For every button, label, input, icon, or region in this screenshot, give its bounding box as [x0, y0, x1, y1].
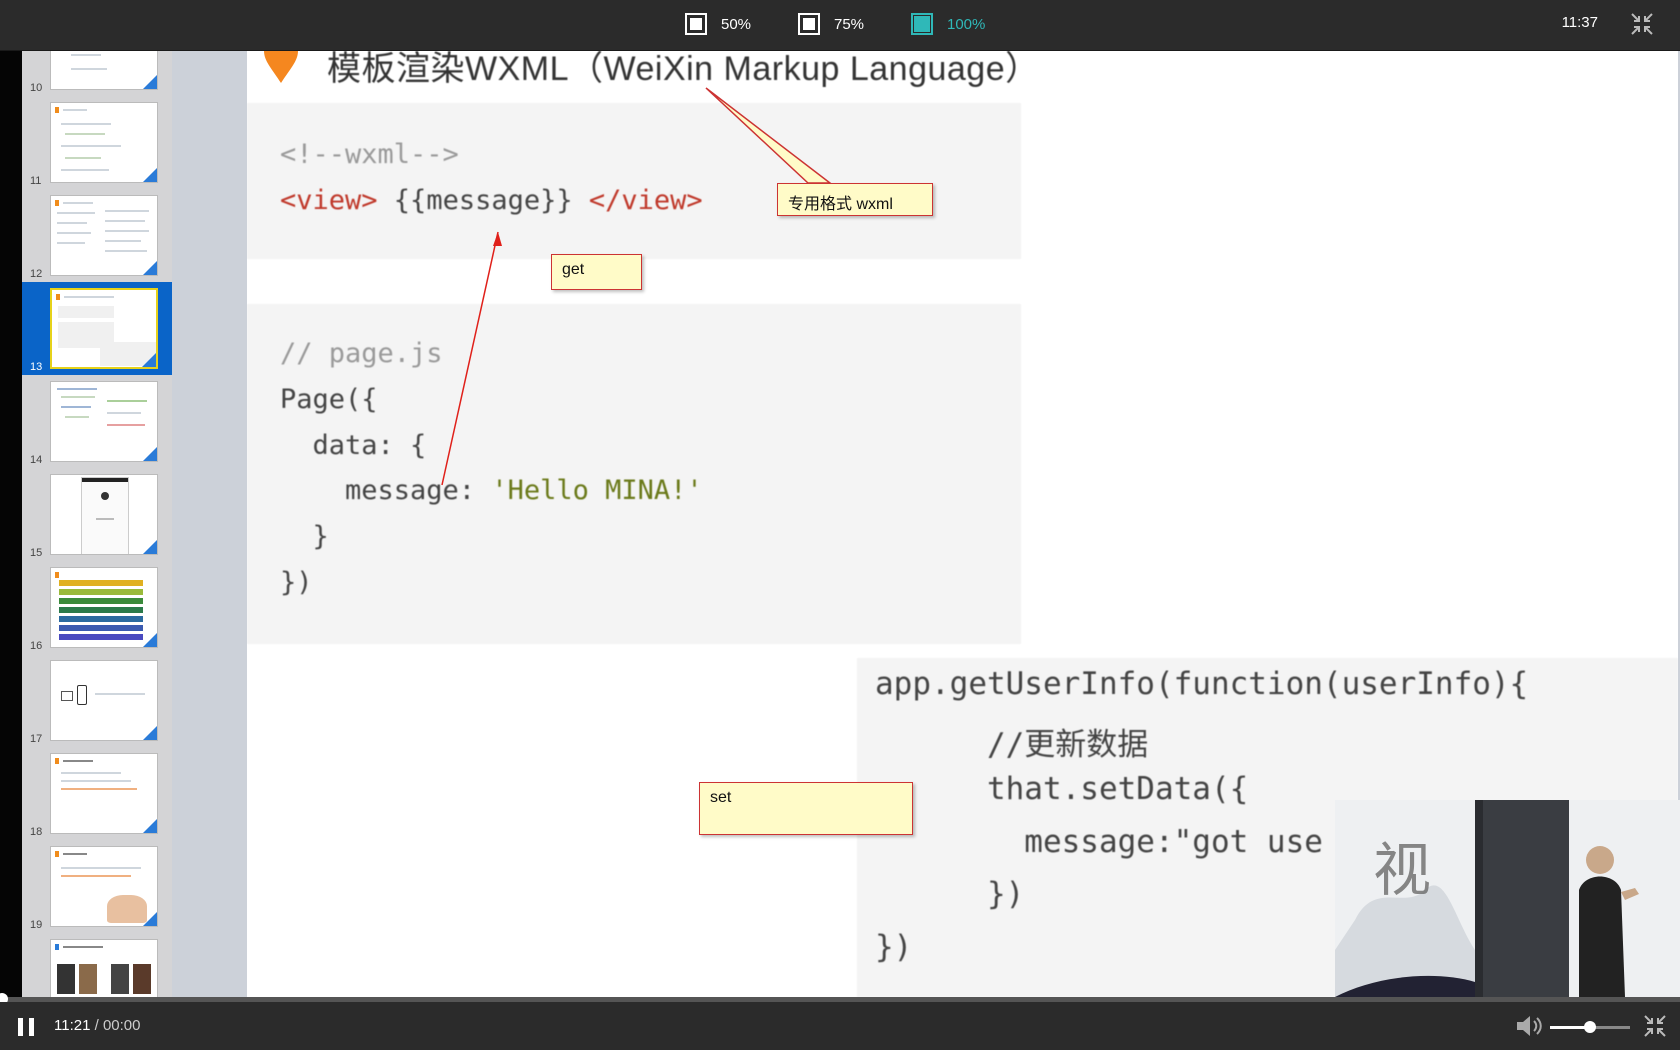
elapsed-time: 11:21 — [54, 1017, 91, 1034]
location-pin-icon — [264, 51, 298, 83]
code-line: that.setData({ — [875, 771, 1249, 807]
time-display: 11:21 / 00:00 — [54, 1017, 141, 1034]
thumbnail-number: 13 — [30, 361, 43, 373]
thumbnail-number: 14 — [30, 454, 43, 466]
set-callout[interactable]: set — [699, 782, 913, 835]
player-control-bar: 11:21 / 00:00 — [0, 1002, 1680, 1050]
thumbnail-number: 16 — [30, 640, 43, 652]
thumbnail-image — [50, 102, 158, 183]
zoom-100-option[interactable]: 100% — [911, 12, 985, 36]
thumbnail-image — [50, 939, 158, 997]
pause-icon[interactable] — [18, 1018, 36, 1036]
thumbnail-slide-16[interactable]: 16 — [22, 561, 172, 654]
left-edge-strip — [0, 51, 22, 997]
speaker-video-frame: 视 — [1335, 800, 1680, 997]
zoom-75-option[interactable]: 75% — [798, 12, 864, 36]
thumbnail-image — [50, 195, 158, 276]
code-key: message: — [280, 475, 492, 506]
code-line: message:"got use — [875, 824, 1323, 860]
thumbnail-slide-10[interactable]: 10 — [22, 51, 172, 96]
code-tag: </view> — [588, 185, 703, 216]
thumbnail-image — [50, 288, 158, 369]
code-line: message: 'Hello MINA!' — [280, 475, 703, 506]
thumbnail-image — [50, 51, 158, 90]
top-toolbar: 50% 75% 100% 11:37 — [0, 0, 1680, 51]
thumbnail-number: 11 — [30, 175, 42, 187]
thumbnail-image — [50, 846, 158, 927]
thumbnail-slide-11[interactable]: 11 — [22, 96, 172, 189]
time-separator: / — [90, 1017, 103, 1034]
code-line: <!--wxml--> — [280, 139, 459, 170]
thumbnail-number: 15 — [30, 547, 43, 559]
volume-icon[interactable] — [1515, 1014, 1543, 1038]
code-expression: {{message}} — [377, 185, 589, 216]
thumbnail-slide-12[interactable]: 12 — [22, 189, 172, 282]
thumbnail-slide-15[interactable]: 15 — [22, 468, 172, 561]
speaker-video-overlay[interactable]: 视 — [1335, 800, 1680, 997]
thumbnail-number: 10 — [30, 82, 43, 94]
zoom-50-label: 50% — [721, 15, 752, 33]
thumbnail-number: 18 — [30, 826, 43, 838]
code-line: // page.js — [280, 338, 443, 369]
zoom-75-label: 75% — [834, 15, 865, 33]
wxml-callout[interactable]: 专用格式 wxml — [777, 183, 933, 216]
zoom-50-icon — [685, 13, 707, 35]
exit-fullscreen-icon[interactable] — [1630, 12, 1654, 36]
code-string: 'Hello MINA!' — [491, 475, 703, 506]
zoom-75-icon — [798, 13, 820, 35]
thumbnail-number: 19 — [30, 919, 43, 931]
volume-slider-handle[interactable] — [1584, 1021, 1596, 1033]
thumbnail-slide-19[interactable]: 19 — [22, 840, 172, 933]
thumbnail-image — [50, 381, 158, 462]
code-line: app.getUserInfo(function(userInfo){ — [875, 666, 1529, 702]
zoom-100-icon — [911, 13, 933, 35]
thumbnail-slide-17[interactable]: 17 — [22, 654, 172, 747]
thumbnail-image — [50, 567, 158, 648]
thumbnail-image — [50, 753, 158, 834]
get-callout[interactable]: get — [551, 254, 642, 290]
svg-text:视: 视 — [1373, 836, 1431, 904]
thumbnail-slide-18[interactable]: 18 — [22, 747, 172, 840]
clock: 11:37 — [1561, 14, 1598, 31]
total-time: 00:00 — [102, 1017, 141, 1034]
thumbnail-image — [50, 660, 158, 741]
thumbnail-slide-20[interactable] — [22, 933, 172, 997]
code-line: } — [280, 521, 329, 552]
thumbnail-number: 17 — [30, 733, 43, 745]
code-line: <view> {{message}} </view> — [280, 185, 703, 216]
exit-fullscreen-icon[interactable] — [1643, 1014, 1667, 1038]
thumbnail-number: 12 — [30, 268, 43, 280]
code-line: }) — [875, 876, 1025, 912]
slide-thumbnail-panel[interactable]: 10 11 12 13 14 15 16 17 18 19 — [22, 51, 172, 997]
code-line: data: { — [280, 430, 427, 461]
code-line: Page({ — [280, 384, 378, 415]
thumbnail-slide-13[interactable]: 13 — [22, 282, 172, 375]
code-line: }) — [280, 567, 313, 598]
slide-title: 模板渲染WXML（WeiXin Markup Language） — [327, 51, 1040, 88]
thumbnail-slide-14[interactable]: 14 — [22, 375, 172, 468]
zoom-100-label: 100% — [947, 15, 986, 33]
zoom-50-option[interactable]: 50% — [685, 12, 751, 36]
pagejs-code-block: // page.js Page({ data: { message: 'Hell… — [247, 304, 1021, 644]
code-tag: <view> — [280, 185, 378, 216]
thumbnail-image — [50, 474, 158, 555]
code-line: }) — [875, 929, 913, 965]
wxml-code-block: <!--wxml--> <view> {{message}} </view> — [247, 103, 1021, 259]
code-line: //更新数据 — [875, 727, 1149, 763]
